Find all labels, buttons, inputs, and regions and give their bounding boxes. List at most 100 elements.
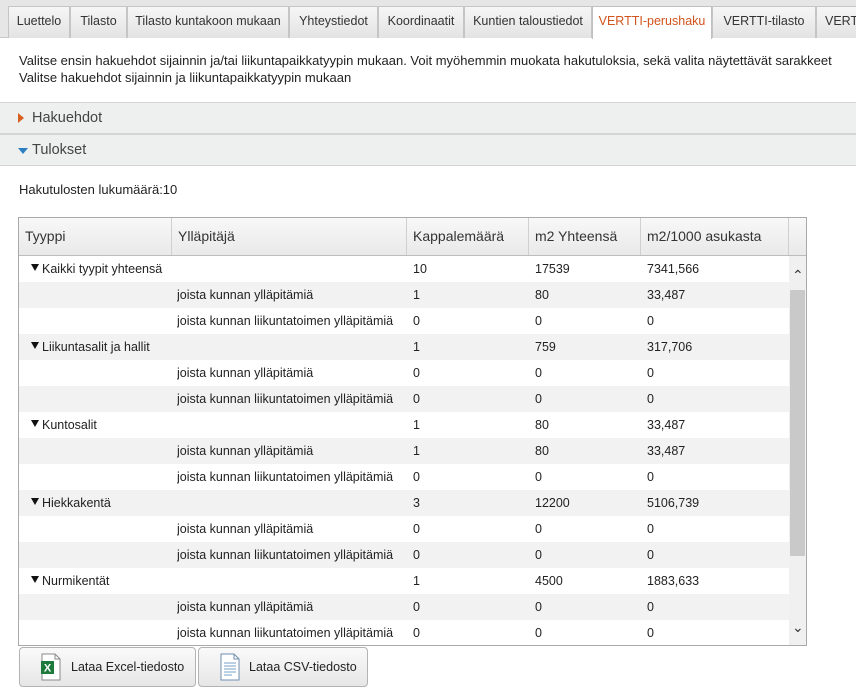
cell-tyyppi-text: Kuntosalit xyxy=(42,418,97,432)
intro-line-1: Valitse ensin hakuehdot sijainnin ja/tai… xyxy=(19,53,832,68)
grid-header: Tyyppi Ylläpitäjä Kappalemäärä m2 Yhteen… xyxy=(19,218,806,256)
tab-vertti-truncated[interactable]: VERT xyxy=(816,6,856,38)
cell-m2-per-1000: 0 xyxy=(647,392,654,406)
expand-arrow-icon xyxy=(18,113,24,123)
cell-kappalemaara: 0 xyxy=(413,470,420,484)
table-row[interactable]: Kaikki tyypit yhteensä 10 17539 7341,566 xyxy=(19,256,789,282)
cell-m2-per-1000: 33,487 xyxy=(647,288,686,302)
intro-line-2: Valitse hakuehdot sijainnin ja liikuntap… xyxy=(19,70,352,85)
table-row[interactable]: joista kunnan ylläpitämiä 1 80 33,487 xyxy=(19,282,789,308)
chevron-down-icon: ⌄ xyxy=(792,619,804,635)
column-header-filler xyxy=(789,218,806,255)
table-row[interactable]: Hiekkakentä 3 12200 5106,739 xyxy=(19,490,789,516)
scroll-up-button[interactable]: ⌃ xyxy=(789,256,806,290)
table-row[interactable]: joista kunnan ylläpitämiä 0 0 0 xyxy=(19,360,789,386)
cell-kappalemaara: 1 xyxy=(413,288,420,302)
column-header-kappalemaara[interactable]: Kappalemäärä xyxy=(407,218,529,255)
column-header-yllapitaja[interactable]: Ylläpitäjä xyxy=(172,218,407,255)
table-row[interactable]: Liikuntasalit ja hallit 1 759 317,706 xyxy=(19,334,789,360)
cell-m2-yhteensa: 4500 xyxy=(535,574,563,588)
cell-tyyppi: Nurmikentät xyxy=(31,568,179,594)
column-header-m2-yhteensa[interactable]: m2 Yhteensä xyxy=(529,218,641,255)
cell-m2-per-1000: 33,487 xyxy=(647,418,686,432)
column-header-m2-per-1000[interactable]: m2/1000 asukasta xyxy=(641,218,789,255)
cell-yllapitaja: joista kunnan ylläpitämiä xyxy=(177,288,314,302)
group-expand-icon[interactable] xyxy=(31,264,39,271)
column-header-tyyppi[interactable]: Tyyppi xyxy=(19,218,172,255)
grid-body: Kaikki tyypit yhteensä 10 17539 7341,566 joi… xyxy=(19,256,789,645)
table-row[interactable]: joista kunnan liikuntatoimen ylläpitämiä… xyxy=(19,620,789,645)
section-tulokset[interactable]: Tulokset xyxy=(0,134,856,166)
cell-kappalemaara: 0 xyxy=(413,626,420,640)
tab-bar: Luettelo Tilasto Tilasto kuntakoon mukaa… xyxy=(0,0,856,39)
tab-tilasto-kuntakoon-mukaan[interactable]: Tilasto kuntakoon mukaan xyxy=(127,6,289,38)
tab-koordinaatit[interactable]: Koordinaatit xyxy=(378,6,464,38)
tab-luettelo[interactable]: Luettelo xyxy=(8,6,70,38)
cell-yllapitaja xyxy=(177,490,407,516)
cell-kappalemaara: 0 xyxy=(413,600,420,614)
excel-file-icon: X xyxy=(41,653,61,681)
svg-text:X: X xyxy=(44,663,52,675)
scroll-thumb[interactable] xyxy=(790,290,805,556)
cell-m2-per-1000: 7341,566 xyxy=(647,262,700,276)
cell-kappalemaara: 1 xyxy=(413,340,420,354)
document-icon xyxy=(220,653,240,681)
table-row[interactable]: Kuntosalit 1 80 33,487 xyxy=(19,412,789,438)
table-row[interactable]: joista kunnan liikuntatoimen ylläpitämiä… xyxy=(19,386,789,412)
cell-yllapitaja xyxy=(177,334,407,360)
table-row[interactable]: joista kunnan ylläpitämiä 1 80 33,487 xyxy=(19,438,789,464)
cell-m2-per-1000: 317,706 xyxy=(647,340,693,354)
vertical-scrollbar[interactable]: ⌃ ⌄ xyxy=(789,256,806,645)
cell-tyyppi xyxy=(31,594,179,620)
cell-tyyppi-text: Kaikki tyypit yhteensä xyxy=(42,262,163,276)
cell-m2-yhteensa: 80 xyxy=(535,444,549,458)
cell-kappalemaara: 3 xyxy=(413,496,420,510)
cell-m2-yhteensa: 0 xyxy=(535,548,542,562)
cell-m2-yhteensa: 0 xyxy=(535,522,542,536)
table-row[interactable]: joista kunnan ylläpitämiä 0 0 0 xyxy=(19,594,789,620)
tab-yhteystiedot[interactable]: Yhteystiedot xyxy=(289,6,378,38)
table-row[interactable]: Nurmikentät 1 4500 1883,633 xyxy=(19,568,789,594)
table-row[interactable]: joista kunnan ylläpitämiä 0 0 0 xyxy=(19,516,789,542)
cell-yllapitaja: joista kunnan liikuntatoimen ylläpitämiä xyxy=(177,548,394,562)
tab-tilasto[interactable]: Tilasto xyxy=(70,6,127,38)
scroll-down-button[interactable]: ⌄ xyxy=(789,612,806,645)
cell-tyyppi xyxy=(31,516,179,542)
cell-m2-yhteensa: 759 xyxy=(535,340,556,354)
cell-kappalemaara: 1 xyxy=(413,444,420,458)
cell-tyyppi xyxy=(31,542,179,568)
cell-yllapitaja: joista kunnan ylläpitämiä xyxy=(177,600,314,614)
group-expand-icon[interactable] xyxy=(31,420,39,427)
cell-kappalemaara: 0 xyxy=(413,366,420,380)
section-hakuehdot[interactable]: Hakuehdot xyxy=(0,102,856,134)
cell-kappalemaara: 1 xyxy=(413,418,420,432)
group-expand-icon[interactable] xyxy=(31,576,39,583)
cell-tyyppi xyxy=(31,620,179,645)
cell-m2-per-1000: 0 xyxy=(647,600,654,614)
cell-m2-per-1000: 1883,633 xyxy=(647,574,700,588)
table-row[interactable]: joista kunnan liikuntatoimen ylläpitämiä… xyxy=(19,464,789,490)
download-csv-button[interactable]: Lataa CSV-tiedosto xyxy=(198,647,368,687)
group-expand-icon[interactable] xyxy=(31,498,39,505)
cell-yllapitaja xyxy=(177,412,407,438)
tab-vertti-perushaku[interactable]: VERTTI-perushaku xyxy=(592,6,712,39)
section-hakuehdot-label: Hakuehdot xyxy=(32,110,103,126)
cell-tyyppi-text: Liikuntasalit ja hallit xyxy=(42,340,150,354)
tab-vertti-tilasto[interactable]: VERTTI-tilasto xyxy=(712,6,816,38)
cell-kappalemaara: 0 xyxy=(413,314,420,328)
table-row[interactable]: joista kunnan liikuntatoimen ylläpitämiä… xyxy=(19,542,789,568)
cell-m2-yhteensa: 80 xyxy=(535,288,549,302)
tab-kuntien-taloustiedot[interactable]: Kuntien taloustiedot xyxy=(464,6,592,38)
cell-kappalemaara: 0 xyxy=(413,392,420,406)
download-excel-label: Lataa Excel-tiedosto xyxy=(71,660,185,674)
download-excel-button[interactable]: X Lataa Excel-tiedosto xyxy=(19,647,196,687)
group-expand-icon[interactable] xyxy=(31,342,39,349)
cell-yllapitaja xyxy=(177,568,407,594)
cell-m2-yhteensa: 0 xyxy=(535,366,542,380)
cell-tyyppi xyxy=(31,282,179,308)
cell-yllapitaja: joista kunnan ylläpitämiä xyxy=(177,444,314,458)
table-row[interactable]: joista kunnan liikuntatoimen ylläpitämiä… xyxy=(19,308,789,334)
cell-m2-per-1000: 0 xyxy=(647,366,654,380)
cell-m2-yhteensa: 0 xyxy=(535,314,542,328)
cell-tyyppi: Liikuntasalit ja hallit xyxy=(31,334,179,360)
